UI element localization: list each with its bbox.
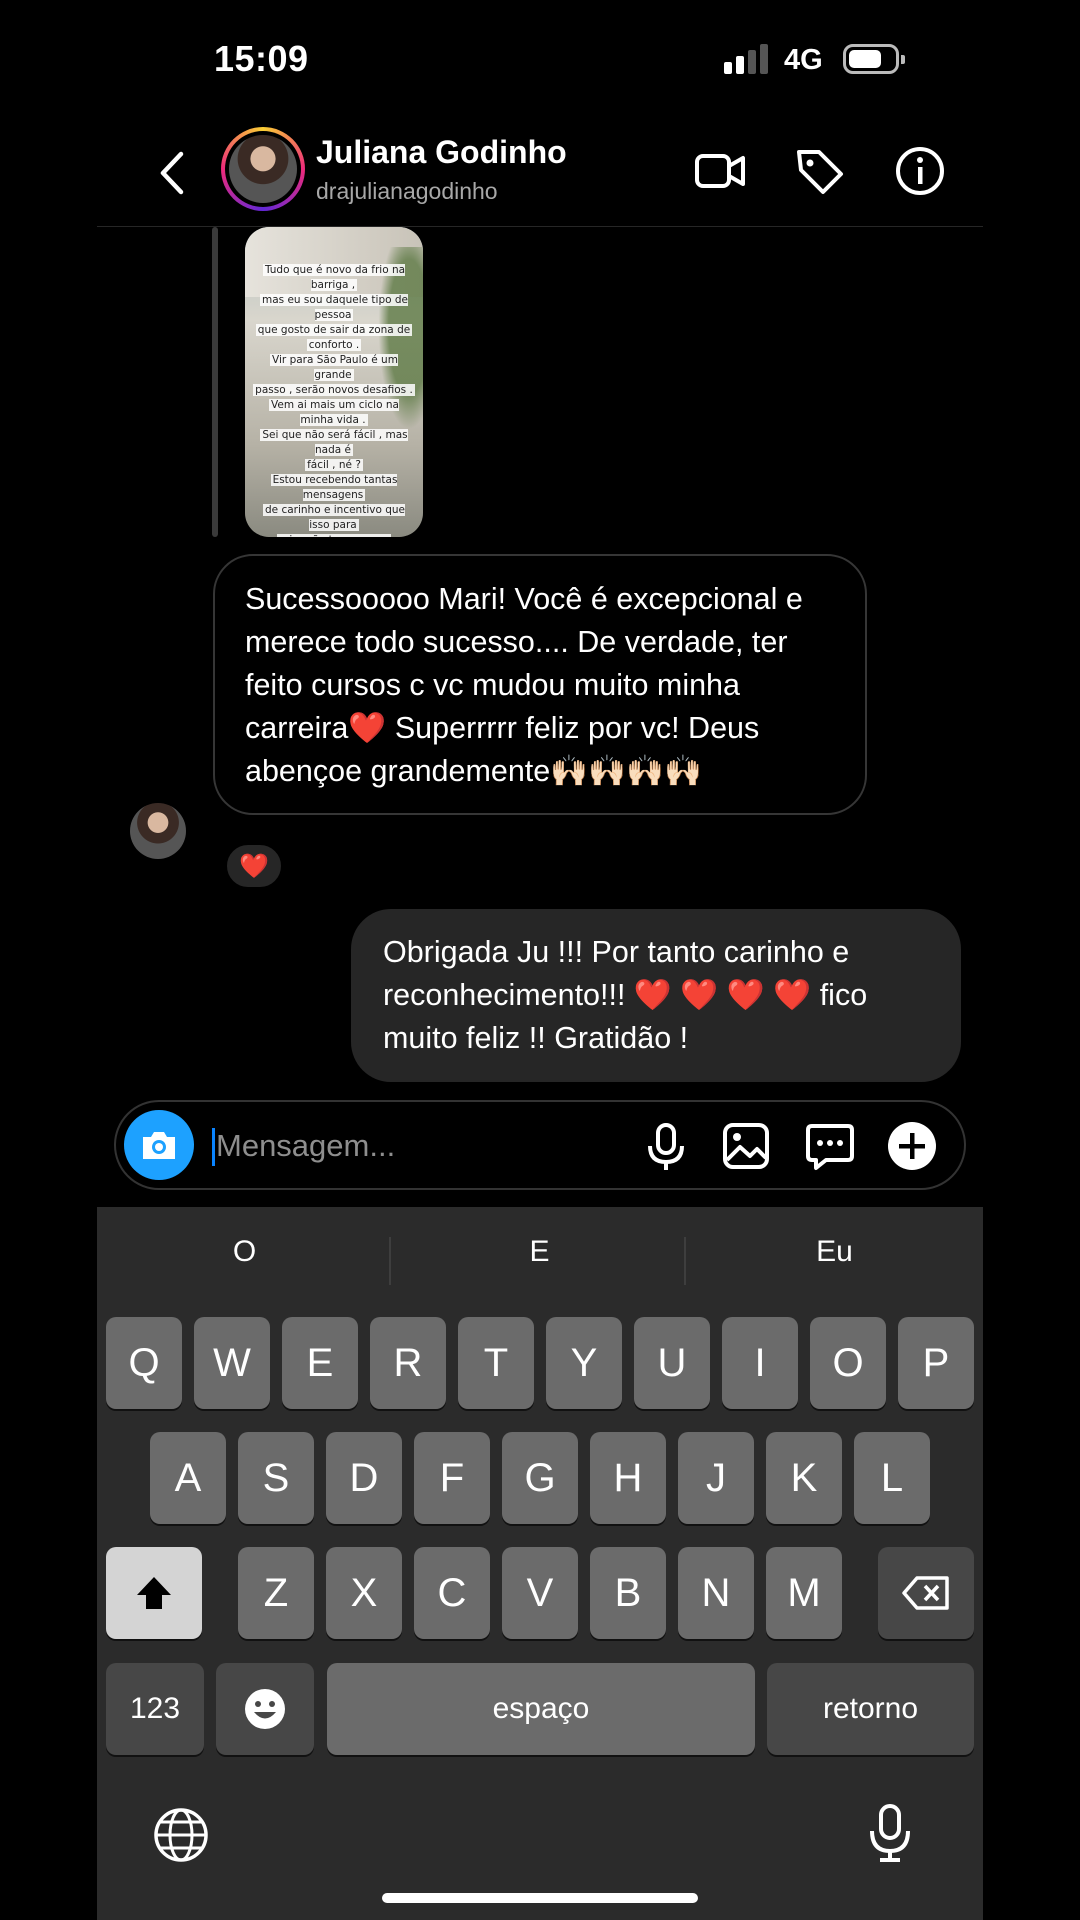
key-n[interactable]: N — [678, 1547, 754, 1639]
video-call-icon[interactable] — [693, 144, 747, 198]
home-indicator[interactable] — [382, 1893, 698, 1903]
dictation-mic-icon[interactable] — [867, 1803, 913, 1863]
story-text-line: Sei que não será fácil , mas nada é — [260, 429, 408, 456]
key-u[interactable]: U — [634, 1317, 710, 1409]
info-icon[interactable] — [893, 144, 947, 198]
suggestion-3[interactable]: Eu — [687, 1235, 982, 1269]
tag-icon[interactable] — [793, 144, 847, 198]
gallery-icon[interactable] — [720, 1120, 772, 1172]
space-key[interactable]: espaço — [327, 1663, 755, 1755]
suggestion-bar: O E Eu — [97, 1207, 983, 1307]
suggestion-2[interactable]: E — [392, 1235, 687, 1269]
key-x[interactable]: X — [326, 1547, 402, 1639]
key-p[interactable]: P — [898, 1317, 974, 1409]
emoji-key[interactable] — [216, 1663, 314, 1755]
story-text-line: mas eu sou daquele tipo de pessoa — [260, 294, 408, 321]
key-a[interactable]: A — [150, 1432, 226, 1524]
back-icon[interactable] — [153, 148, 193, 198]
story-text: Tudo que é novo da frio na barriga , mas … — [253, 263, 415, 537]
profile-photo — [229, 135, 297, 203]
camera-button[interactable] — [124, 1110, 194, 1180]
chat-header: Juliana Godinho drajulianagodinho — [97, 120, 983, 227]
story-reply-thumbnail[interactable]: Tudo que é novo da frio na barriga , mas … — [245, 227, 423, 537]
avatar[interactable] — [221, 127, 305, 211]
key-s[interactable]: S — [238, 1432, 314, 1524]
emoji-icon — [245, 1689, 285, 1729]
key-t[interactable]: T — [458, 1317, 534, 1409]
reply-indicator-bar — [212, 227, 218, 537]
message-composer — [114, 1100, 966, 1190]
network-type: 4G — [784, 44, 823, 76]
key-i[interactable]: I — [722, 1317, 798, 1409]
story-text-line: mim não tem preço . — [277, 534, 391, 537]
key-d[interactable]: D — [326, 1432, 402, 1524]
status-bar: 15:09 4G — [0, 0, 1080, 120]
story-text-line: que gosto de sair da zona de — [255, 324, 413, 336]
text-caret — [212, 1128, 215, 1166]
status-time: 15:09 — [214, 38, 309, 79]
story-text-line: Tudo que é novo da frio na barriga , — [262, 264, 406, 291]
story-text-line: conforto . — [306, 339, 362, 351]
message-thread[interactable]: Tudo que é novo da frio na barriga , mas … — [97, 227, 983, 1097]
key-o[interactable]: O — [810, 1317, 886, 1409]
keyboard: O E Eu QWERTYUIOPASDFGHJKLZXCVBNM 123 es… — [97, 1207, 983, 1920]
key-k[interactable]: K — [766, 1432, 842, 1524]
sticker-icon[interactable] — [804, 1120, 856, 1172]
key-r[interactable]: R — [370, 1317, 446, 1409]
message-input[interactable] — [216, 1122, 516, 1170]
key-y[interactable]: Y — [546, 1317, 622, 1409]
return-key[interactable]: retorno — [767, 1663, 974, 1755]
story-text-line: Vir para São Paulo é um grande — [270, 354, 398, 381]
suggestion-1[interactable]: O — [97, 1235, 392, 1269]
key-g[interactable]: G — [502, 1432, 578, 1524]
key-f[interactable]: F — [414, 1432, 490, 1524]
key-e[interactable]: E — [282, 1317, 358, 1409]
key-w[interactable]: W — [194, 1317, 270, 1409]
incoming-message-bubble[interactable]: Sucessooooo Mari! Você é excepcional e m… — [213, 554, 867, 815]
key-m[interactable]: M — [766, 1547, 842, 1639]
signal-strength-icon — [724, 44, 770, 74]
key-b[interactable]: B — [590, 1547, 666, 1639]
globe-icon[interactable] — [153, 1807, 209, 1863]
microphone-icon[interactable] — [640, 1120, 692, 1172]
plus-icon[interactable] — [886, 1120, 938, 1172]
key-h[interactable]: H — [590, 1432, 666, 1524]
key-q[interactable]: Q — [106, 1317, 182, 1409]
delete-key[interactable] — [878, 1547, 974, 1639]
numbers-key[interactable]: 123 — [106, 1663, 204, 1755]
battery-icon — [843, 44, 905, 74]
key-v[interactable]: V — [502, 1547, 578, 1639]
outgoing-message-bubble[interactable]: Obrigada Ju !!! Por tanto carinho e reco… — [351, 909, 961, 1082]
key-j[interactable]: J — [678, 1432, 754, 1524]
sender-avatar[interactable] — [130, 803, 186, 859]
story-text-line: fácil , né ? — [305, 459, 363, 471]
contact-username[interactable]: drajulianagodinho — [316, 178, 498, 205]
story-text-line: de carinho e incentivo que isso para — [262, 504, 406, 531]
key-c[interactable]: C — [414, 1547, 490, 1639]
story-text-line: Vem ai mais um ciclo na minha vida . — [269, 399, 399, 426]
contact-name[interactable]: Juliana Godinho — [316, 134, 567, 171]
story-text-line: passo , serão novos desafios . — [253, 384, 415, 396]
heart-reaction[interactable]: ❤️ — [224, 842, 284, 890]
shift-key[interactable] — [106, 1547, 202, 1639]
key-z[interactable]: Z — [238, 1547, 314, 1639]
story-text-line: Estou recebendo tantas mensagens — [270, 474, 398, 501]
camera-icon — [143, 1132, 175, 1159]
shift-icon — [137, 1577, 171, 1609]
key-l[interactable]: L — [854, 1432, 930, 1524]
backspace-icon — [902, 1576, 949, 1610]
